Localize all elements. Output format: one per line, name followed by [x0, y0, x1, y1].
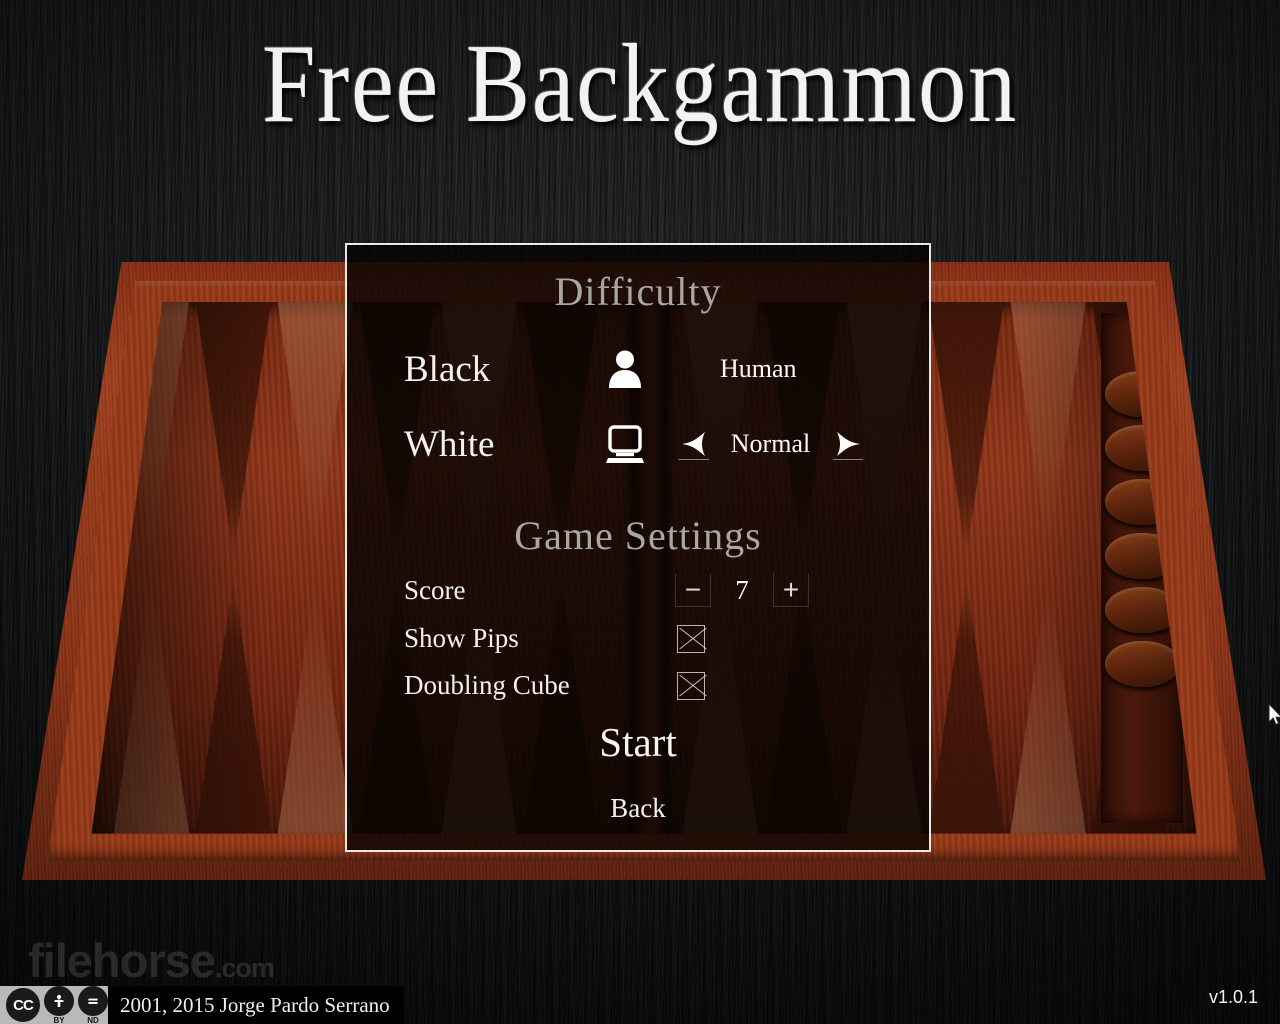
cc-by-label: BY [53, 1015, 65, 1024]
creative-commons-badge: CC BY ND [0, 985, 108, 1024]
computer-icon [600, 421, 650, 467]
score-value: 7 [735, 574, 749, 605]
site-watermark: filehorse.com [28, 933, 275, 988]
setting-label-show-pips: Show Pips [404, 622, 519, 653]
difficulty-spinner-white: Normal [677, 421, 863, 467]
watermark-tld: .com [214, 953, 275, 983]
settings-dialog: Difficulty Black Human White Normal Game… [345, 243, 931, 852]
score-decrement-button[interactable]: − [675, 573, 711, 607]
board-point [928, 302, 1004, 558]
watermark-name: filehorse [28, 934, 216, 987]
setting-label-score: Score [404, 574, 466, 605]
cc-nd-item: ND [78, 985, 108, 1024]
player-row-black: Black Human [347, 346, 929, 392]
person-icon [600, 346, 650, 392]
setting-row-show-pips: Show Pips [347, 615, 929, 661]
difficulty-section-header: Difficulty [554, 269, 722, 314]
cc-icon: CC [6, 988, 40, 1022]
doubling-cube-checkbox[interactable] [677, 671, 707, 700]
board-point [928, 578, 1004, 834]
score-increment-button[interactable]: + [773, 573, 809, 607]
player-label-black: Black [404, 348, 491, 390]
attribution-person-icon [44, 985, 74, 1016]
game-screen: Free Backgammon Difficulty Black Human W… [0, 0, 1280, 1024]
back-button[interactable]: Back [347, 793, 929, 824]
setting-row-doubling-cube: Doubling Cube [347, 662, 929, 708]
copyright-text: 2001, 2015 Jorge Pardo Serrano [108, 986, 404, 1024]
player-row-white: White Normal [347, 421, 929, 467]
cc-by-item: BY [44, 985, 74, 1024]
player-type-black[interactable]: Human [720, 354, 797, 384]
game-title: Free Backgammon [261, 22, 1018, 146]
version-label: v1.0.1 [1208, 987, 1258, 1007]
credit-bar: CC BY ND 2001, 2015 Jorge Pardo Serrano [0, 985, 404, 1024]
no-derivatives-equals-icon [78, 985, 108, 1016]
cc-logo-item: CC [6, 988, 40, 1022]
game-settings-section-header: Game Settings [514, 513, 762, 558]
board-point [277, 578, 353, 834]
player-label-white: White [404, 423, 495, 465]
cc-nd-label: ND [87, 1015, 99, 1024]
board-point [277, 302, 353, 558]
difficulty-level-white: Normal [730, 429, 811, 458]
setting-row-score: Score − 7 + [347, 567, 929, 613]
left-arrow-icon[interactable] [677, 429, 709, 460]
right-arrow-icon[interactable] [832, 429, 863, 460]
mouse-cursor [1268, 702, 1280, 727]
show-pips-checkbox[interactable] [677, 624, 707, 653]
score-stepper: − 7 + [667, 567, 817, 613]
start-button[interactable]: Start [347, 718, 929, 766]
setting-label-doubling-cube: Doubling Cube [404, 669, 570, 700]
